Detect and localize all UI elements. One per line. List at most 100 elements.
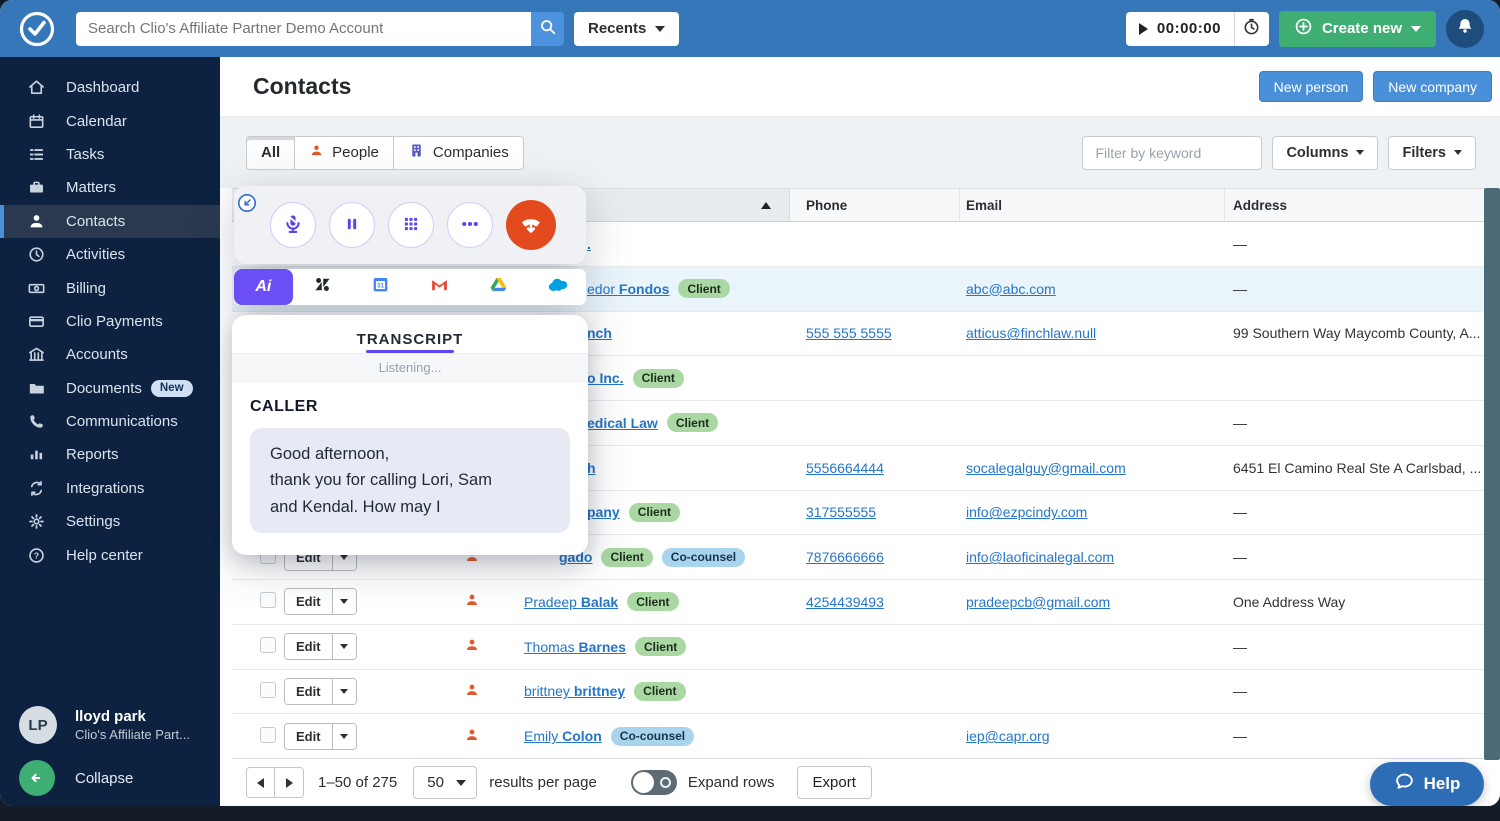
app-tile-drive[interactable] [469,269,528,305]
hold-call-button[interactable] [329,202,375,248]
contact-name-link[interactable]: brittney brittney [524,683,625,699]
collapse-sidebar-button[interactable]: Collapse [0,760,220,796]
app-tile-gmail[interactable] [410,269,469,305]
app-tile-ai[interactable]: Ai [234,269,293,305]
row-checkbox[interactable] [260,682,276,698]
row-checkbox[interactable] [260,592,276,608]
contact-name-link[interactable]: o Inc. [587,370,624,386]
sidebar-item-communications[interactable]: Communications [0,405,220,438]
chevron-down-icon [340,599,348,604]
sidebar-item-documents[interactable]: DocumentsNew [0,372,220,405]
create-new-button[interactable]: Create new [1279,11,1436,47]
global-search-input[interactable] [76,12,531,46]
sidebar-item-tasks[interactable]: Tasks [0,138,220,171]
email-link[interactable]: iep@capr.org [966,728,1049,744]
email-link[interactable]: socalegalguy@gmail.com [966,460,1126,476]
tab-all[interactable]: All [246,136,295,170]
edit-button[interactable]: Edit [285,589,333,614]
contact-name-link[interactable]: Emily Colon [524,728,602,744]
mute-mic-button[interactable] [270,202,316,248]
phone-link[interactable]: 7876666666 [806,549,884,565]
next-page-button[interactable] [275,768,303,797]
sidebar-item-settings[interactable]: Settings [0,505,220,538]
vertical-scrollbar[interactable] [1484,188,1500,760]
end-call-button[interactable] [506,200,556,250]
clock-button[interactable] [1235,12,1269,46]
notifications-button[interactable] [1446,10,1484,48]
sidebar-item-reports[interactable]: Reports [0,438,220,471]
edit-dropdown-button[interactable] [333,724,356,749]
sidebar-item-integrations[interactable]: Integrations [0,472,220,505]
email-link[interactable]: info@ezpcindy.com [966,504,1087,520]
search-button[interactable] [531,12,564,46]
edit-dropdown-button[interactable] [333,634,356,659]
column-header-phone[interactable]: Phone [790,189,960,221]
minimize-widget-button[interactable] [237,193,257,213]
sidebar-item-accounts[interactable]: Accounts [0,338,220,371]
edit-dropdown-button[interactable] [333,679,356,704]
sidebar-item-help-center[interactable]: ? Help center [0,538,220,571]
sidebar-item-clio-payments[interactable]: Clio Payments [0,305,220,338]
sidebar-item-contacts[interactable]: Contacts [0,205,220,238]
contact-name-link[interactable]: Thomas Barnes [524,639,626,655]
recents-dropdown[interactable]: Recents [574,12,679,46]
clio-logo-icon[interactable] [18,10,56,48]
contact-name-link[interactable]: pany [587,504,620,520]
phone-link[interactable]: 317555555 [806,504,876,520]
new-person-button[interactable]: New person [1259,71,1364,102]
columns-dropdown[interactable]: Columns [1272,136,1378,170]
expand-rows-toggle[interactable] [631,770,677,795]
dialpad-button[interactable] [388,202,434,248]
row-checkbox[interactable] [260,727,276,743]
more-options-button[interactable] [447,202,493,248]
per-page-select[interactable]: 50 [413,766,477,799]
bell-icon [1455,16,1475,41]
contact-name-link[interactable]: h [587,460,596,476]
filter-keyword-input[interactable] [1082,136,1262,170]
sidebar-item-dashboard[interactable]: Dashboard [0,71,220,104]
email-link[interactable]: pradeepcb@gmail.com [966,594,1110,610]
app-tile-gcal[interactable]: 31 [351,269,410,305]
status-badge: Client [635,637,686,656]
tab-companies[interactable]: Companies [394,136,524,170]
sidebar-item-label: Help center [66,547,143,564]
export-button[interactable]: Export [797,766,872,799]
edit-button[interactable]: Edit [285,724,333,749]
edit-button[interactable]: Edit [285,679,333,704]
contact-name-link[interactable]: edical Law [587,415,658,431]
column-header-email[interactable]: Email [960,189,1225,221]
app-tile-zendesk[interactable] [293,269,352,305]
timer-start-button[interactable]: 00:00:00 [1126,12,1235,46]
help-button[interactable]: Help [1370,762,1484,806]
contact-name-link[interactable]: Pradeep Balak [524,594,618,610]
contact-name-link[interactable]: edor Fondos [587,281,669,297]
sidebar-item-calendar[interactable]: Calendar [0,104,220,137]
sidebar-item-matters[interactable]: Matters [0,171,220,204]
sidebar-item-billing[interactable]: Billing [0,271,220,304]
status-badge: Client [601,548,652,567]
edit-button[interactable]: Edit [285,634,333,659]
email-link[interactable]: info@laoficinalegal.com [966,549,1114,565]
phone-link[interactable]: 555 555 5555 [806,325,892,341]
briefcase-icon [26,178,46,198]
new-company-button[interactable]: New company [1373,71,1492,102]
email-link[interactable]: abc@abc.com [966,281,1056,297]
status-badge: Client [629,503,680,522]
edit-dropdown-button[interactable] [333,589,356,614]
tab-people[interactable]: People [295,136,394,170]
sidebar-item-label: Contacts [66,213,125,230]
row-checkbox[interactable] [260,637,276,653]
sidebar-item-activities[interactable]: Activities [0,238,220,271]
prev-page-button[interactable] [247,768,275,797]
transcript-tab[interactable]: TRANSCRIPT [232,315,588,353]
filters-dropdown[interactable]: Filters [1388,136,1476,170]
phone-link[interactable]: 4254439493 [806,594,884,610]
page-title: Contacts [253,73,351,100]
column-header-address[interactable]: Address [1225,189,1484,221]
user-menu[interactable]: LP lloyd park Clio's Affiliate Part... [0,706,220,744]
contact-name-link[interactable]: nch [587,325,612,341]
phone-link[interactable]: 5556664444 [806,460,884,476]
email-link[interactable]: atticus@finchlaw.null [966,325,1096,341]
app-tile-salesforce[interactable] [527,269,586,305]
svg-text:?: ? [33,550,38,560]
